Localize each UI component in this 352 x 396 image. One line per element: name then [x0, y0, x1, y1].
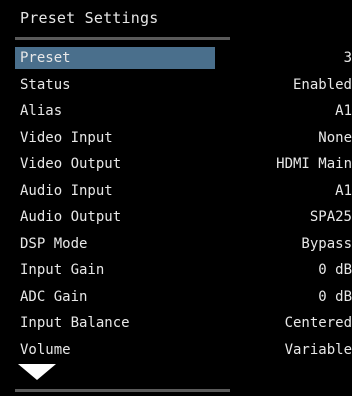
footer-divider — [15, 389, 230, 392]
menu-item-value: None — [318, 129, 352, 146]
menu-item-label: Video Input — [20, 129, 113, 146]
menu-item-alias[interactable]: Alias A1 — [15, 98, 352, 125]
menu-item-audio-output[interactable]: Audio Output SPA25 — [15, 204, 352, 231]
menu-item-input-balance[interactable]: Input Balance Centered — [15, 310, 352, 337]
menu-item-label: Volume — [20, 341, 71, 358]
menu-item-label: Video Output — [20, 156, 122, 172]
menu-item-value: Enabled — [292, 76, 352, 93]
menu-item-value: A1 — [335, 182, 352, 199]
menu-item-status[interactable]: Status Enabled — [15, 72, 352, 99]
menu-item-value: Centered — [284, 315, 352, 331]
screen-title: Preset Settings — [20, 9, 159, 27]
menu-item-value: 0 dB — [318, 288, 352, 305]
menu-item-label: Input Gain — [20, 262, 105, 278]
menu-item-label: ADC Gain — [20, 288, 88, 305]
menu-item-label: Audio Input — [20, 182, 113, 199]
menu-item-value: 3 — [343, 50, 352, 66]
menu-item-label: Alias — [20, 103, 63, 119]
triangle-down-icon[interactable] — [17, 362, 57, 382]
menu-item-video-input[interactable]: Video Input None — [15, 125, 352, 152]
menu-item-dsp-mode[interactable]: DSP Mode Bypass — [15, 231, 352, 258]
menu-item-volume[interactable]: Volume Variable — [15, 337, 352, 364]
menu-item-adc-gain[interactable]: ADC Gain 0 dB — [15, 284, 352, 311]
menu-item-value: SPA25 — [309, 209, 352, 225]
menu-item-input-gain[interactable]: Input Gain 0 dB — [15, 257, 352, 284]
menu-item-value: Variable — [284, 341, 352, 358]
menu-item-value: 0 dB — [318, 262, 352, 278]
settings-menu: Preset 3 Status Enabled Alias A1 Video I… — [15, 45, 352, 363]
menu-item-label: Audio Output — [20, 209, 122, 225]
menu-item-value: Bypass — [301, 235, 352, 252]
menu-item-label: Input Balance — [20, 315, 130, 331]
title-divider — [15, 37, 230, 40]
menu-item-label: Preset — [20, 50, 71, 66]
menu-item-label: Status — [20, 76, 71, 93]
menu-item-value: HDMI Main — [276, 156, 352, 172]
menu-item-video-output[interactable]: Video Output HDMI Main — [15, 151, 352, 178]
menu-item-label: DSP Mode — [20, 235, 88, 252]
menu-item-audio-input[interactable]: Audio Input A1 — [15, 178, 352, 205]
menu-item-value: A1 — [335, 103, 352, 119]
menu-item-preset[interactable]: Preset 3 — [15, 45, 352, 72]
